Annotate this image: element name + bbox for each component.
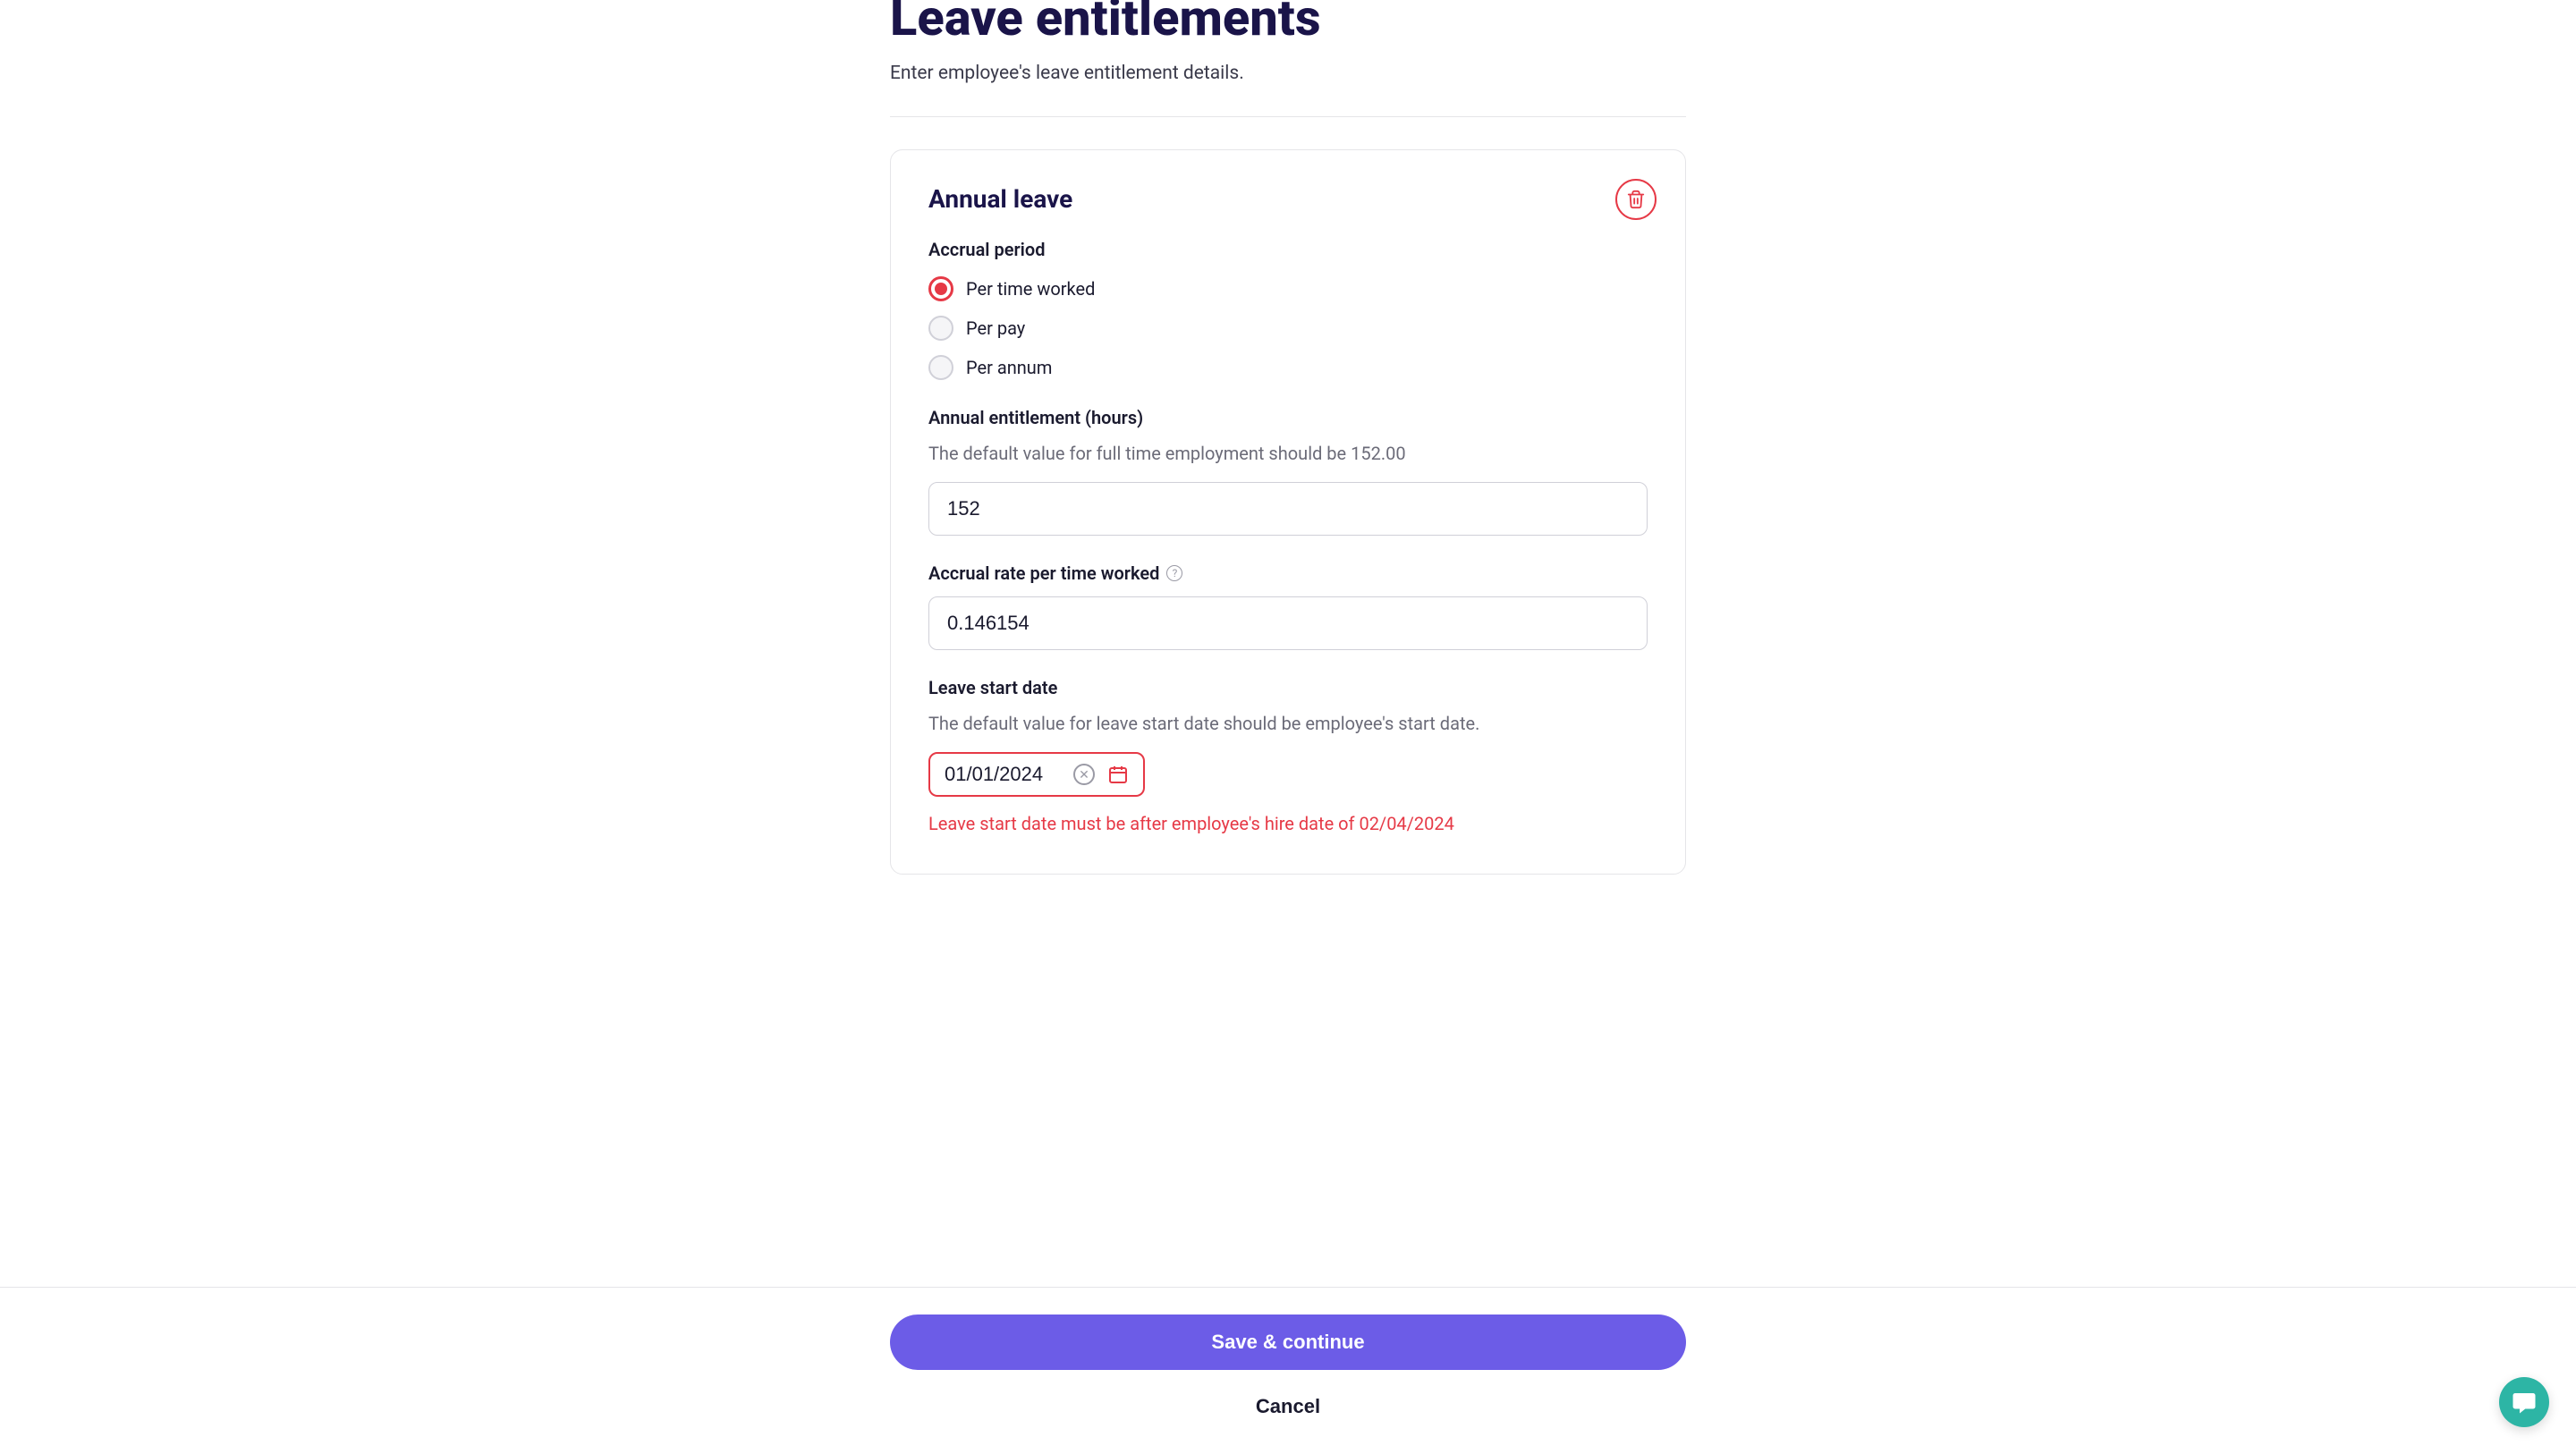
page-title: Leave entitlements (890, 0, 1686, 46)
page-subtitle: Enter employee's leave entitlement detai… (890, 63, 1686, 84)
radio-label: Per time worked (966, 278, 1095, 300)
chat-widget-button[interactable] (2499, 1377, 2549, 1427)
accrual-rate-label: Accrual rate per time worked ? (928, 562, 1648, 584)
close-icon: ✕ (1079, 768, 1089, 781)
delete-button[interactable] (1615, 179, 1657, 220)
chat-icon (2511, 1389, 2538, 1416)
save-continue-button[interactable]: Save & continue (890, 1315, 1686, 1370)
radio-icon (928, 276, 953, 301)
radio-icon (928, 355, 953, 380)
cancel-button[interactable]: Cancel (1256, 1395, 1320, 1418)
radio-per-time-worked[interactable]: Per time worked (928, 273, 1648, 305)
leave-start-help: The default value for leave start date s… (928, 711, 1648, 736)
radio-icon (928, 316, 953, 341)
leave-start-date-input[interactable] (945, 763, 1061, 786)
annual-entitlement-label: Annual entitlement (hours) (928, 407, 1648, 428)
accrual-period-radio-group: Per time worked Per pay Per annum (928, 273, 1648, 384)
annual-entitlement-help: The default value for full time employme… (928, 441, 1648, 466)
leave-start-date-field: ✕ (928, 752, 1145, 797)
footer-bar: Save & continue Cancel (0, 1287, 2576, 1454)
divider (890, 116, 1686, 117)
radio-label: Per pay (966, 317, 1025, 339)
accrual-period-label: Accrual period (928, 239, 1648, 260)
calendar-icon (1107, 764, 1129, 785)
card-title: Annual leave (928, 184, 1648, 214)
annual-entitlement-input[interactable] (928, 482, 1648, 536)
leave-start-label: Leave start date (928, 677, 1648, 698)
clear-date-button[interactable]: ✕ (1073, 764, 1095, 785)
leave-start-error: Leave start date must be after employee'… (928, 811, 1648, 836)
calendar-button[interactable] (1107, 764, 1129, 785)
radio-per-annum[interactable]: Per annum (928, 351, 1648, 384)
trash-icon (1626, 190, 1646, 209)
annual-leave-card: Annual leave Accrual period Per time wor… (890, 149, 1686, 875)
accrual-rate-label-text: Accrual rate per time worked (928, 562, 1159, 584)
radio-label: Per annum (966, 357, 1052, 378)
help-icon[interactable]: ? (1166, 565, 1182, 581)
accrual-rate-input[interactable] (928, 596, 1648, 650)
radio-per-pay[interactable]: Per pay (928, 312, 1648, 344)
